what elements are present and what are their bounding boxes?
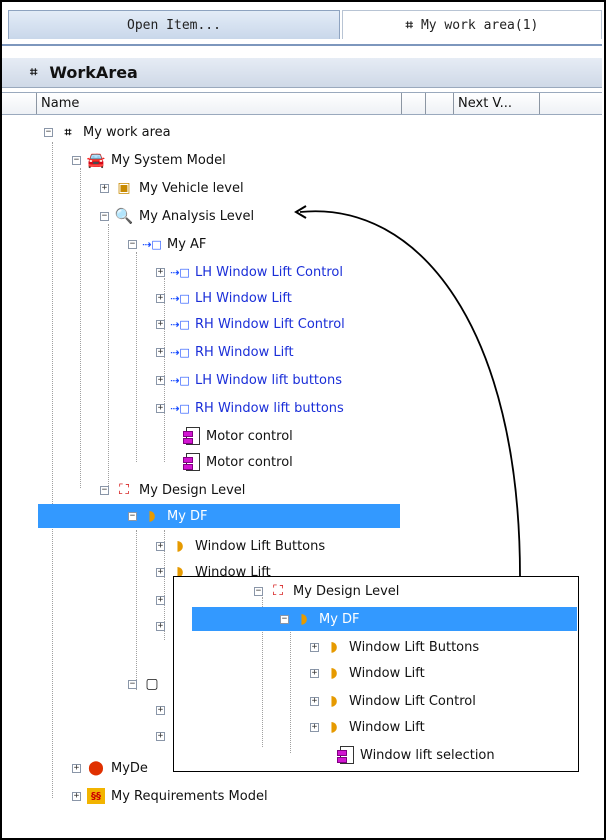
annotation-arrow [294, 205, 521, 577]
arrow-path [299, 210, 521, 577]
